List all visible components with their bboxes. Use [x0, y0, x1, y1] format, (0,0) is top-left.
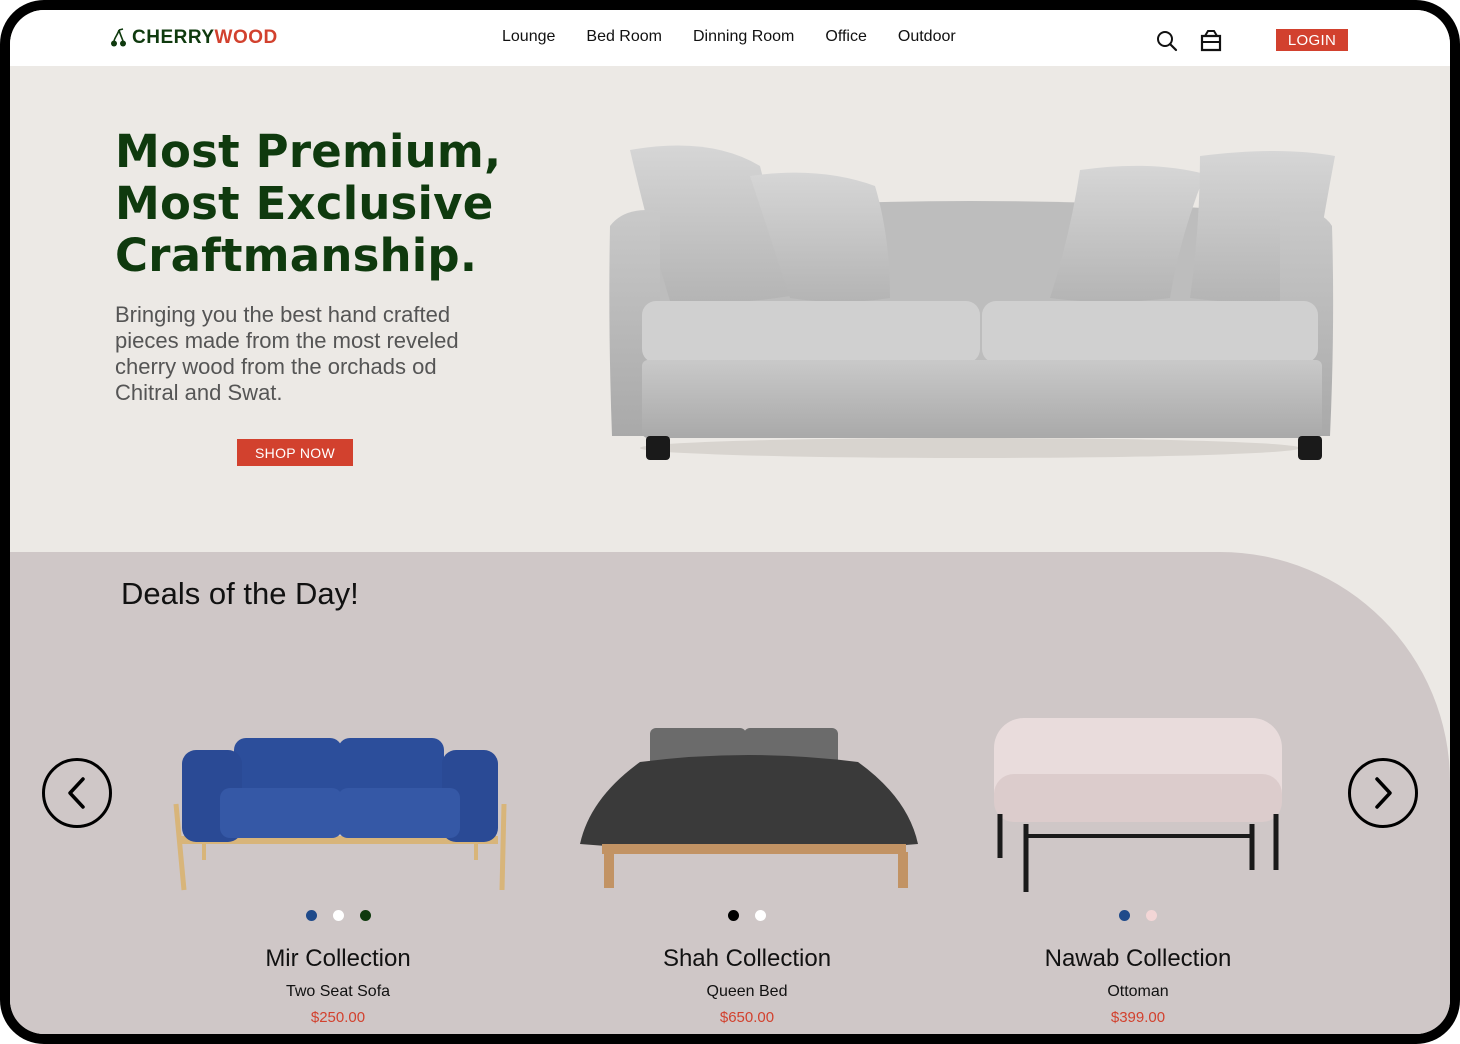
product-price: $399.00 [1110, 1009, 1166, 1026]
color-swatch-blue[interactable] [1119, 910, 1130, 921]
product-name[interactable]: Mir Collection [158, 945, 518, 973]
search-icon[interactable] [1156, 30, 1178, 57]
hero-title-line-1: Most Premium, [115, 125, 502, 178]
product-image-ottoman[interactable] [990, 714, 1290, 896]
screen: CHERRYWOOD Lounge Bed Room Dinning Room … [10, 10, 1450, 1034]
product-image-bed[interactable] [578, 718, 923, 898]
carousel-next-button[interactable] [1348, 758, 1418, 828]
cherry-icon [111, 28, 126, 47]
color-swatch-black[interactable] [728, 910, 739, 921]
nav-item-outdoor[interactable]: Outdoor [898, 28, 956, 46]
product-price: $650.00 [719, 1009, 775, 1026]
color-swatch-blue[interactable] [305, 910, 317, 921]
color-swatch-green[interactable] [359, 910, 371, 921]
product-type: Two Seat Sofa [285, 983, 391, 1000]
shop-now-button[interactable]: SHOP NOW [237, 439, 353, 466]
product-card-shah[interactable]: Shah Collection Queen Bed $650.00 [567, 910, 927, 1026]
logo-text-accent: WOOD [214, 27, 278, 48]
color-options [567, 910, 927, 921]
color-swatch-pink[interactable] [1146, 910, 1157, 921]
hero-title-line-2: Most Exclusive [115, 177, 494, 230]
product-price: $250.00 [310, 1009, 366, 1026]
product-card-nawab[interactable]: Nawab Collection Ottoman $399.00 [958, 910, 1318, 1026]
color-options [958, 910, 1318, 921]
logo-text-primary: CHERRY [132, 27, 215, 48]
nav-item-bed-room[interactable]: Bed Room [586, 28, 662, 46]
nav-item-lounge[interactable]: Lounge [502, 28, 555, 46]
deals-title: Deals of the Day! [121, 576, 359, 611]
hero-title: Most Premium, Most Exclusive Craftmanshi… [115, 126, 545, 282]
nav-item-office[interactable]: Office [825, 28, 867, 46]
hero-sofa-image [609, 145, 1335, 460]
nav-item-dinning-room[interactable]: Dinning Room [693, 28, 794, 46]
color-swatch-white[interactable] [332, 910, 344, 921]
color-options [158, 910, 518, 921]
device-frame: CHERRYWOOD Lounge Bed Room Dinning Room … [0, 0, 1460, 1044]
product-name[interactable]: Shah Collection [567, 945, 927, 973]
color-swatch-white[interactable] [755, 910, 766, 921]
deals-section: Deals of the Day! Mir Collection Two Sea… [10, 552, 1450, 1034]
shopping-bag-icon[interactable] [1199, 28, 1223, 57]
product-name[interactable]: Nawab Collection [958, 945, 1318, 973]
logo[interactable]: CHERRYWOOD [110, 26, 278, 50]
hero-subtitle: Bringing you the best hand crafted piece… [115, 302, 459, 405]
header: CHERRYWOOD Lounge Bed Room Dinning Room … [10, 10, 1450, 66]
carousel-prev-button[interactable] [42, 758, 112, 828]
login-button[interactable]: LOGIN [1276, 29, 1348, 51]
chevron-right-icon [1375, 777, 1392, 809]
product-image-sofa[interactable] [170, 724, 510, 894]
product-type: Ottoman [1107, 983, 1169, 1000]
hero-title-line-3: Craftmanship. [115, 229, 478, 282]
main-nav: Lounge Bed Room Dinning Room Office Outd… [502, 28, 956, 46]
product-card-mir[interactable]: Mir Collection Two Seat Sofa $250.00 [158, 910, 518, 1026]
chevron-left-icon [68, 777, 85, 809]
product-type: Queen Bed [706, 983, 788, 1000]
